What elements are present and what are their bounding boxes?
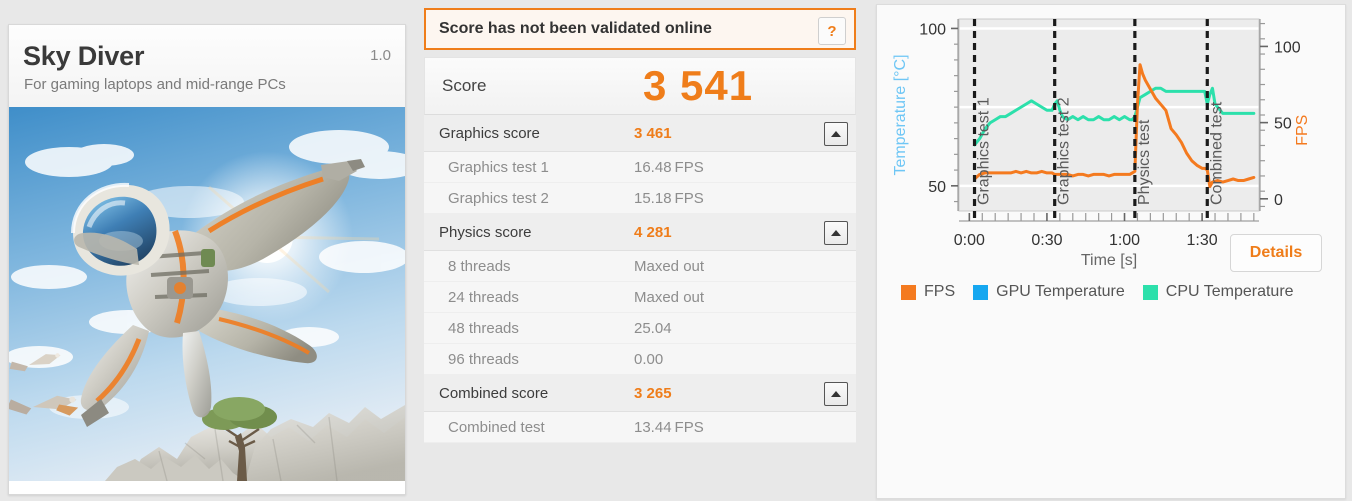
detail-value: Maxed out xyxy=(634,257,705,275)
legend-item-gpu-temperature: GPU Temperature xyxy=(973,283,1125,301)
section-label: Physics score xyxy=(439,223,532,241)
detail-label: 96 threads xyxy=(448,350,519,368)
legend-swatch xyxy=(973,284,989,300)
detail-value: 15.18 FPS xyxy=(634,189,704,207)
monitoring-chart-card: 50 100 Temperature [°C] 0 50 100 FPS 0:00 0:30 1:… xyxy=(876,4,1346,499)
right-axis-title: FPS xyxy=(1294,115,1311,146)
benchmark-header: Sky Diver For gaming laptops and mid-ran… xyxy=(9,25,405,108)
card-footer-space xyxy=(9,481,405,494)
left-axis-title: Temperature [°C] xyxy=(892,54,909,175)
phase-marker-label: Combined test xyxy=(1208,101,1225,205)
section-value: 3 265 xyxy=(634,384,672,402)
collapse-triangle-icon[interactable] xyxy=(824,221,848,245)
x-axis-title: Time [s] xyxy=(1081,252,1137,269)
detail-value: 25.04 xyxy=(634,319,672,337)
legend-label: FPS xyxy=(924,283,956,300)
left-axis-tick-label: 100 xyxy=(919,21,946,38)
detail-value: 16.48 FPS xyxy=(634,158,704,176)
total-score-row: Score 3 541 xyxy=(424,57,856,115)
x-axis-tick-label: 1:00 xyxy=(1109,232,1140,249)
legend-label: GPU Temperature xyxy=(996,283,1125,300)
detail-label: 8 threads xyxy=(448,257,511,275)
collapse-triangle-icon[interactable] xyxy=(824,382,848,406)
chart-legend: FPS GPU Temperature CPU Temperature xyxy=(901,281,1331,303)
benchmark-hero-image xyxy=(9,107,405,481)
detail-label: 24 threads xyxy=(448,288,519,306)
detail-label: 48 threads xyxy=(448,319,519,337)
skydiver-illustration xyxy=(9,107,405,481)
section-header-physics[interactable]: Physics score 4 281 xyxy=(424,214,856,251)
section-value: 4 281 xyxy=(634,223,672,241)
left-axis-tick-label: 50 xyxy=(928,179,946,196)
detail-row: Graphics test 1 16.48 FPS xyxy=(424,152,856,183)
benchmark-info-card: Sky Diver For gaming laptops and mid-ran… xyxy=(8,24,406,495)
detail-label: Graphics test 1 xyxy=(448,158,549,176)
detail-row: 8 threads Maxed out xyxy=(424,251,856,282)
section-header-graphics[interactable]: Graphics score 3 461 xyxy=(424,115,856,152)
detail-row: Graphics test 2 15.18 FPS xyxy=(424,183,856,214)
phase-marker-label: Graphics test 2 xyxy=(1056,97,1073,205)
collapse-triangle-icon[interactable] xyxy=(824,122,848,146)
validation-message: Score has not been validated online xyxy=(439,20,712,37)
legend-label: CPU Temperature xyxy=(1165,283,1294,300)
help-icon[interactable]: ? xyxy=(818,17,846,45)
section-header-combined[interactable]: Combined score 3 265 xyxy=(424,375,856,412)
x-axis-tick-label: 1:30 xyxy=(1187,232,1218,249)
benchmark-subtitle: For gaming laptops and mid-range PCs xyxy=(24,76,286,93)
monitoring-chart: 50 100 Temperature [°C] 0 50 100 FPS 0:00 0:30 1:… xyxy=(877,5,1345,325)
detail-row: Combined test 13.44 FPS xyxy=(424,412,856,443)
total-score-value: 3 541 xyxy=(643,62,754,109)
right-axis-tick-label: 50 xyxy=(1274,116,1292,133)
benchmark-version: 1.0 xyxy=(370,47,391,64)
score-panel: Score has not been validated online ? Sc… xyxy=(424,8,856,497)
legend-item-cpu-temperature: CPU Temperature xyxy=(1142,283,1294,301)
phase-marker-label: Graphics test 1 xyxy=(976,97,993,205)
section-label: Combined score xyxy=(439,384,549,402)
section-label: Graphics score xyxy=(439,124,540,142)
legend-item-fps: FPS xyxy=(901,283,955,301)
section-value: 3 461 xyxy=(634,124,672,142)
phase-marker-label: Physics test xyxy=(1136,119,1153,205)
detail-value: 0.00 xyxy=(634,350,664,368)
x-axis-tick-label: 0:00 xyxy=(954,232,985,249)
total-score-label: Score xyxy=(442,76,487,95)
details-button[interactable]: Details xyxy=(1230,234,1322,272)
x-axis-tick-label: 0:30 xyxy=(1031,232,1062,249)
detail-label: Graphics test 2 xyxy=(448,189,549,207)
detail-value: Maxed out xyxy=(634,288,705,306)
validation-banner: Score has not been validated online ? xyxy=(424,8,856,50)
right-axis-tick-label: 0 xyxy=(1274,192,1283,209)
legend-swatch xyxy=(1142,284,1158,300)
detail-row: 48 threads 25.04 xyxy=(424,313,856,344)
detail-label: Combined test xyxy=(448,418,545,436)
page-title: Sky Diver xyxy=(23,41,145,71)
legend-swatch xyxy=(901,284,916,300)
right-axis-tick-label: 100 xyxy=(1274,39,1301,56)
detail-row: 96 threads 0.00 xyxy=(424,344,856,375)
benchmark-result-screen: Sky Diver For gaming laptops and mid-ran… xyxy=(0,0,1352,501)
detail-row: 24 threads Maxed out xyxy=(424,282,856,313)
detail-value: 13.44 FPS xyxy=(634,418,704,436)
